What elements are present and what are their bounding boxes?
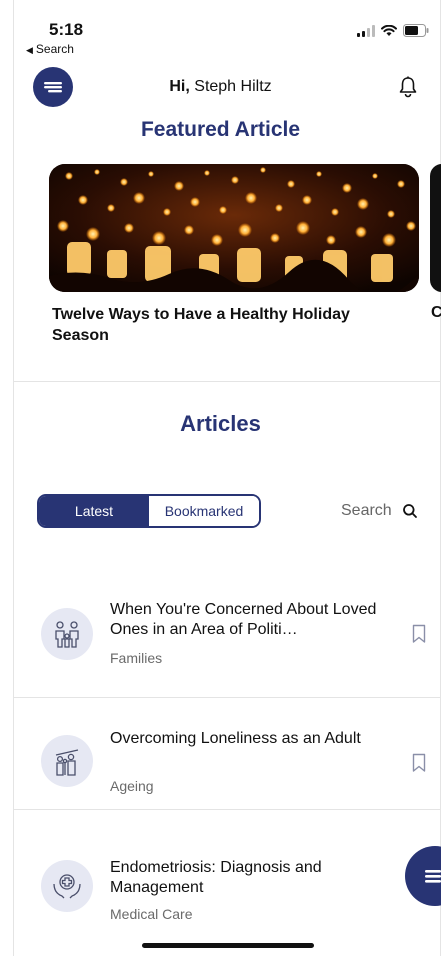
tab-bookmarked[interactable]: Bookmarked bbox=[149, 496, 259, 526]
featured-article-title: Featured Article bbox=[140, 118, 301, 141]
notifications-button[interactable] bbox=[398, 76, 418, 103]
home-indicator[interactable] bbox=[142, 943, 314, 948]
article-title: Endometriosis: Diagnosis and Management bbox=[110, 859, 322, 896]
bookmark-icon bbox=[412, 753, 426, 772]
medical-care-icon bbox=[41, 860, 93, 912]
tab-latest[interactable]: Latest bbox=[39, 496, 149, 526]
articles-filter-tabs: Latest Bookmarked bbox=[37, 494, 261, 528]
article-title: When You're Concerned About Loved Ones i… bbox=[110, 601, 377, 638]
greeting: Hi, Steph Hiltz bbox=[0, 78, 441, 96]
next-featured-article-caption[interactable]: C bbox=[431, 304, 441, 322]
status-time: 5:18 bbox=[49, 20, 84, 39]
bell-icon bbox=[399, 76, 417, 98]
back-to-search-link[interactable]: ◀ Search bbox=[26, 42, 74, 56]
article-title: Overcoming Loneliness as an Adult bbox=[110, 730, 361, 747]
article-category: Families bbox=[110, 650, 163, 666]
bookmark-button[interactable] bbox=[412, 753, 426, 778]
search-icon bbox=[402, 504, 417, 518]
featured-article-caption[interactable]: Twelve Ways to Have a Healthy Holiday Se… bbox=[52, 304, 372, 346]
sky-lanterns-image bbox=[49, 164, 419, 292]
featured-article-card[interactable] bbox=[49, 164, 419, 292]
battery-icon bbox=[403, 24, 429, 37]
back-label: Search bbox=[35, 42, 74, 56]
wifi-icon bbox=[381, 24, 397, 36]
cellular-signal-icon bbox=[357, 24, 375, 37]
chat-fab-button[interactable] bbox=[405, 846, 441, 906]
articles-section-title: Articles bbox=[180, 411, 261, 436]
bookmark-button[interactable] bbox=[412, 624, 426, 649]
menu-icon bbox=[425, 870, 441, 883]
article-row[interactable]: When You're Concerned About Loved Ones i… bbox=[14, 590, 441, 696]
section-divider bbox=[14, 381, 441, 382]
back-triangle-icon: ◀ bbox=[26, 45, 33, 55]
search-button[interactable]: Search bbox=[341, 502, 418, 520]
article-row[interactable]: Endometriosis: Diagnosis and Management … bbox=[14, 810, 441, 930]
user-name: Steph Hiltz bbox=[194, 78, 272, 95]
app-screen: 5:18 ◀ Search Hi, Steph Hiltz Featured A… bbox=[0, 0, 441, 956]
ageing-icon bbox=[41, 735, 93, 787]
status-icons bbox=[357, 24, 429, 37]
article-category: Ageing bbox=[110, 778, 154, 794]
article-row[interactable]: Overcoming Loneliness as an Adult Ageing bbox=[14, 698, 441, 808]
article-category: Medical Care bbox=[110, 906, 193, 922]
greeting-prefix: Hi, bbox=[169, 78, 190, 95]
bookmark-icon bbox=[412, 624, 426, 643]
family-icon bbox=[41, 608, 93, 660]
next-featured-article-card[interactable] bbox=[430, 164, 441, 292]
search-label: Search bbox=[341, 502, 392, 519]
